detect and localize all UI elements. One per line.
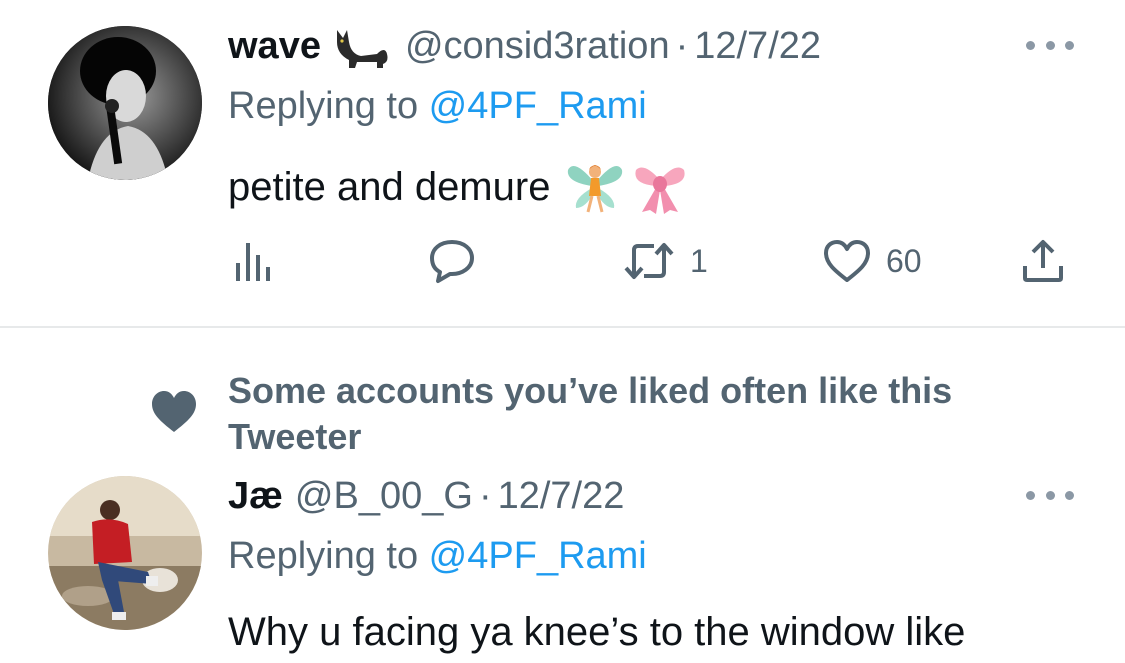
share-icon [1023, 240, 1063, 282]
heart-icon [152, 391, 196, 432]
ribbon-emoji [630, 158, 690, 216]
tweet-actions: 1 60 [0, 236, 1125, 286]
tweet-text: Why u facing ya knee’s to the window lik… [228, 608, 965, 656]
tweet[interactable]: Some accounts you’ve liked often like th… [0, 328, 1125, 663]
retweet-icon [624, 243, 674, 279]
user-handle[interactable]: @consid3ration [405, 24, 670, 68]
replying-to-label: Replying to [228, 535, 429, 577]
user-handle[interactable]: @B_00_G [295, 474, 473, 518]
reply-icon [430, 240, 474, 283]
heart-icon [824, 240, 870, 282]
mention-link[interactable]: @4PF_Rami [429, 85, 647, 127]
views-button[interactable] [232, 236, 288, 286]
retweet-button[interactable]: 1 [622, 236, 708, 286]
like-count: 60 [886, 242, 922, 279]
separator-dot: · [675, 25, 689, 67]
share-button[interactable] [1020, 236, 1066, 286]
replying-to: Replying to @4PF_Rami [228, 84, 647, 128]
tweet[interactable]: wave @consid3ration · 12/7/22 Replying t… [0, 0, 1125, 326]
display-name[interactable]: wave [228, 24, 321, 68]
tweet-text-content: Why u facing ya knee’s to the window lik… [228, 610, 966, 654]
like-button[interactable]: 60 [822, 236, 922, 286]
social-context: Some accounts you’ve liked often like th… [228, 370, 953, 457]
tweet-text-content: petite and demure [228, 165, 551, 209]
more-options-icon[interactable] [1026, 485, 1074, 505]
tweet-text: petite and demure [228, 158, 690, 216]
mention-link[interactable]: @4PF_Rami [429, 535, 647, 577]
analytics-icon [236, 243, 270, 281]
avatar[interactable] [48, 26, 202, 180]
separator-dot: · [478, 475, 492, 517]
black-cat-emoji [333, 24, 391, 68]
replying-to-label: Replying to [228, 85, 429, 127]
replying-to: Replying to @4PF_Rami [228, 534, 647, 578]
tweet-date[interactable]: 12/7/22 [498, 474, 625, 518]
retweet-count: 1 [690, 242, 708, 279]
fairy-emoji [564, 158, 624, 216]
more-options-icon[interactable] [1026, 35, 1074, 55]
tweet-date[interactable]: 12/7/22 [694, 24, 821, 68]
display-name[interactable]: Jæ [228, 474, 283, 518]
reply-button[interactable] [428, 236, 490, 286]
avatar[interactable] [48, 476, 202, 630]
